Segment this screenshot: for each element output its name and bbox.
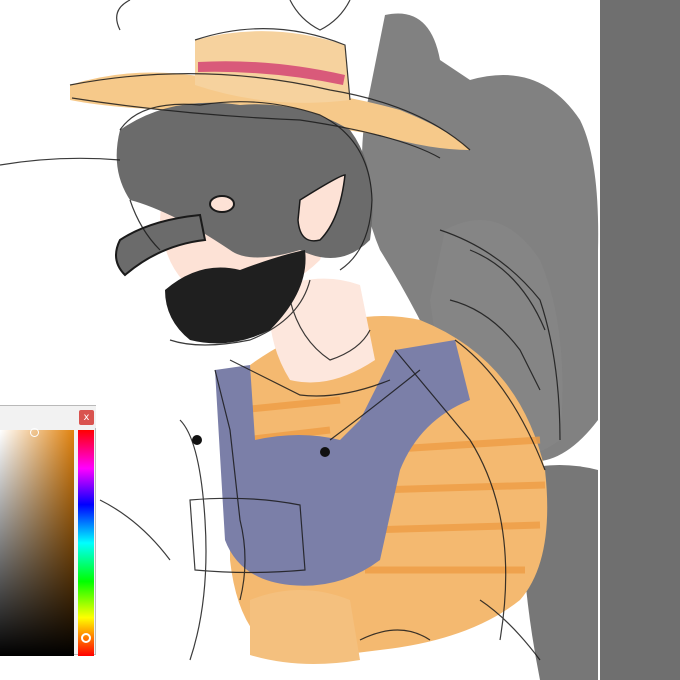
saturation-value-square[interactable] xyxy=(0,430,74,656)
lower-orange-shape xyxy=(250,590,360,664)
hue-slider[interactable] xyxy=(78,430,94,656)
close-icon: x xyxy=(83,412,90,423)
mask-eye xyxy=(209,195,235,213)
saturation-value-handle[interactable] xyxy=(30,428,39,437)
close-button[interactable]: x xyxy=(79,410,94,425)
hue-slider-handle[interactable] xyxy=(81,633,91,643)
color-picker-panel[interactable]: x xyxy=(0,405,96,656)
side-panel xyxy=(600,0,680,680)
